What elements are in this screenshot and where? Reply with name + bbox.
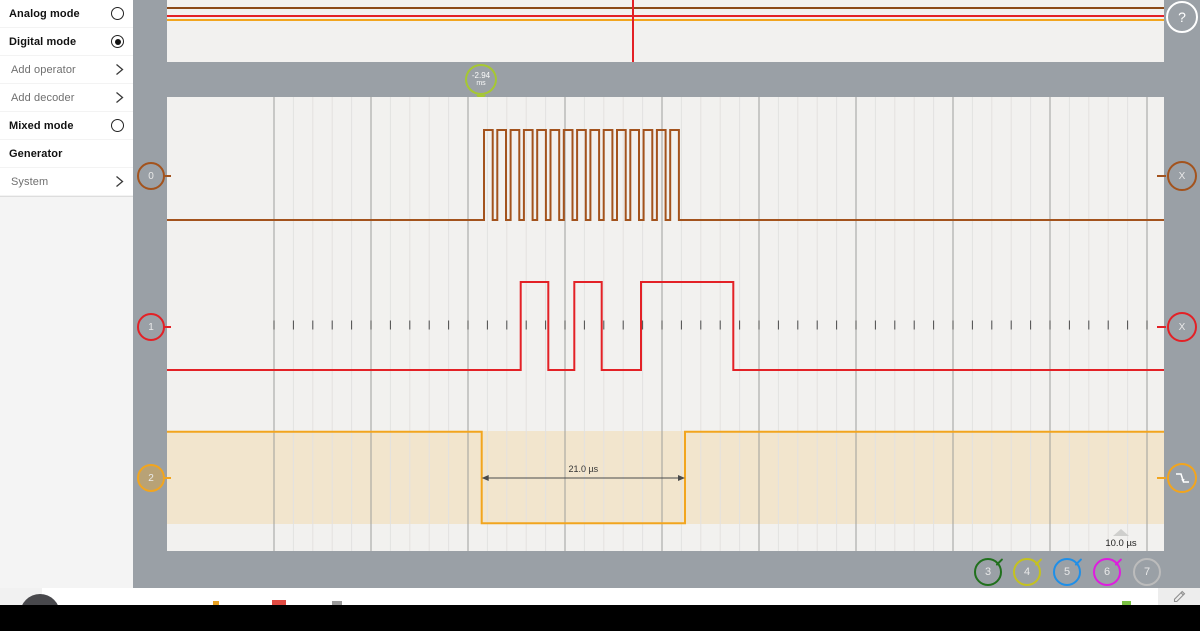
sidebar-item-system[interactable]: System: [0, 168, 133, 196]
timebase-control[interactable]: 10.0 µs: [1086, 529, 1156, 549]
bottom-black-bar: [0, 605, 1200, 631]
falling-edge-trigger-icon: [1174, 470, 1191, 487]
d0-connector: [163, 175, 171, 177]
svg-text:21.0 µs: 21.0 µs: [568, 464, 598, 474]
channel-badge-d4[interactable]: 4: [1013, 558, 1041, 586]
radio-unchecked-icon[interactable]: [111, 119, 124, 132]
sidebar-item-label: Add operator: [9, 64, 115, 76]
d1-threshold-badge[interactable]: X: [1167, 312, 1197, 342]
sidebar-item-label: Add decoder: [9, 92, 115, 104]
timebase-label: 10.0 µs: [1086, 538, 1156, 549]
annotate-button[interactable]: [1158, 588, 1200, 605]
channel-badge-d5[interactable]: 5: [1053, 558, 1081, 586]
analog-overview-strip[interactable]: [167, 0, 1164, 62]
chevron-right-icon: [115, 63, 124, 76]
sidebar-item-label: Mixed mode: [9, 120, 111, 132]
sidebar-item-digital-mode[interactable]: Digital mode: [0, 28, 133, 56]
timebase-up-arrow-icon[interactable]: [1113, 529, 1129, 536]
chevron-right-icon: [115, 91, 124, 104]
trigger-time-badge[interactable]: -2.94 ms: [465, 64, 497, 95]
channel-badge-d6[interactable]: 6: [1093, 558, 1121, 586]
d0-right-connector: [1157, 175, 1166, 177]
sidebar-item-analog-mode[interactable]: Analog mode: [0, 0, 133, 28]
badge-label: 3: [985, 566, 991, 578]
badge-label: 4: [1024, 566, 1030, 578]
sidebar-item-mixed-mode[interactable]: Mixed mode: [0, 112, 133, 140]
badge-label: 5: [1064, 566, 1070, 578]
d1-connector: [163, 326, 171, 328]
d2-connector: [163, 477, 171, 479]
app-root: -2.94 ms ? 21.0 µs 10.0 µs 0 1 2 X X 3 4: [0, 0, 1200, 631]
d1-right-connector: [1157, 326, 1166, 328]
badge-label: 7: [1144, 566, 1150, 578]
channel-badge-d0[interactable]: 0: [137, 162, 165, 190]
analog-line-d0: [167, 7, 1164, 9]
help-button[interactable]: ?: [1166, 1, 1198, 33]
channel-badge-d7[interactable]: 7: [1133, 558, 1161, 586]
analog-line-d1: [167, 15, 1164, 17]
d2-right-connector: [1157, 477, 1166, 479]
badge-label: 6: [1104, 566, 1110, 578]
radio-checked-icon[interactable]: [111, 35, 124, 48]
pencil-icon: [1171, 588, 1188, 605]
digital-plot[interactable]: 21.0 µs 10.0 µs: [167, 97, 1164, 551]
sidebar-item-label: Digital mode: [9, 36, 111, 48]
channel-badge-d3[interactable]: 3: [974, 558, 1002, 586]
bottom-toolbar: [42, 588, 1158, 605]
sidebar-item-add-decoder[interactable]: Add decoder: [0, 84, 133, 112]
sidebar-item-add-operator[interactable]: Add operator: [0, 56, 133, 84]
sidebar-menu: Analog mode Digital mode Add operator Ad…: [0, 0, 133, 197]
trigger-time-unit: ms: [476, 80, 485, 87]
d2-trigger-badge[interactable]: [1167, 463, 1197, 493]
sidebar-item-generator[interactable]: Generator: [0, 140, 133, 168]
trigger-position-line[interactable]: [632, 0, 634, 62]
channel-badge-d1[interactable]: 1: [137, 313, 165, 341]
chevron-right-icon: [115, 175, 124, 188]
sidebar: Analog mode Digital mode Add operator Ad…: [0, 0, 133, 588]
sidebar-item-label: System: [9, 176, 115, 188]
trigger-time-value: -2.94: [472, 72, 490, 80]
channel-badge-d2[interactable]: 2: [137, 464, 165, 492]
d0-threshold-badge[interactable]: X: [1167, 161, 1197, 191]
radio-unchecked-icon[interactable]: [111, 7, 124, 20]
digital-plot-svg: 21.0 µs: [167, 97, 1164, 551]
analog-line-d2: [167, 19, 1164, 21]
sidebar-item-label: Generator: [9, 148, 124, 160]
sidebar-item-label: Analog mode: [9, 8, 111, 20]
